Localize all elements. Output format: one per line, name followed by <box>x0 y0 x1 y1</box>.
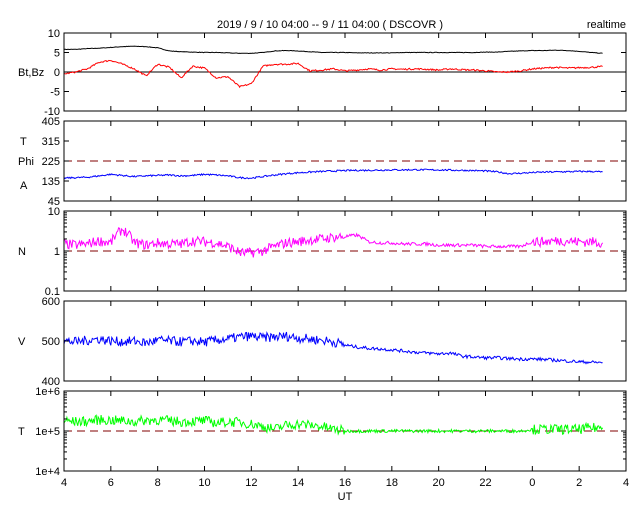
panel-frame <box>63 300 627 382</box>
solar-wind-chart: 2019 / 9 / 10 04:00 -- 9 / 11 04:00 ( DS… <box>18 19 629 503</box>
series-phi-line <box>63 168 603 180</box>
panel-2: 1010.1N <box>18 206 627 298</box>
x-tick-label: 4 <box>61 477 67 489</box>
y-tick-label: 225 <box>42 156 60 168</box>
y-tick-label: 1e+4 <box>35 466 60 478</box>
y-tick-label: 10 <box>48 206 60 218</box>
x-tick-label: 0 <box>529 477 535 489</box>
x-tick-label: 10 <box>198 477 210 489</box>
y-tick-label: 405 <box>42 116 60 128</box>
y-axis-label: T <box>20 136 27 148</box>
x-tick-label: 4 <box>623 477 629 489</box>
x-tick-label: 2 <box>576 477 582 489</box>
series-t-line <box>63 414 604 436</box>
panel-4: 1e+6 1e+5 1e+4 T <box>18 386 627 478</box>
series-n-line <box>63 227 604 258</box>
realtime-label: realtime <box>587 19 626 31</box>
y-tick-label: 315 <box>42 136 60 148</box>
y-tick-label: 0 <box>54 67 60 79</box>
x-tick-label: 22 <box>479 477 491 489</box>
y-tick-label: 1e+5 <box>35 426 60 438</box>
y-axis-label: T <box>18 426 25 438</box>
panel-1: 40531522513545TPhiA <box>18 116 627 208</box>
y-tick-label: 1e+6 <box>35 386 60 398</box>
y-tick-label: 1 <box>54 246 60 258</box>
y-axis-label: N <box>18 246 26 258</box>
y-axis-label: Bt,Bz <box>18 67 44 79</box>
x-tick-label: 16 <box>339 477 351 489</box>
y-axis-label: A <box>20 180 28 192</box>
x-tick-label: 8 <box>155 477 161 489</box>
y-tick-label: 10 <box>48 28 60 40</box>
x-tick-label: 18 <box>386 477 398 489</box>
panel-3: 600500400V <box>18 296 627 388</box>
chart-title: 2019 / 9 / 10 04:00 -- 9 / 11 04:00 ( DS… <box>217 19 443 31</box>
y-axis-label: V <box>18 336 26 348</box>
series-v-line <box>63 330 603 365</box>
y-tick-label: 135 <box>42 176 60 188</box>
y-tick-label: -5 <box>50 87 60 99</box>
y-tick-label: 600 <box>42 296 60 308</box>
x-tick-label: 12 <box>245 477 257 489</box>
series-bz-line <box>63 59 603 89</box>
x-tick-label: 6 <box>108 477 114 489</box>
y-axis-label: Phi <box>18 156 34 168</box>
x-tick-label: 14 <box>292 477 304 489</box>
x-axis-label: UT <box>338 491 353 503</box>
series-bt-line <box>63 45 603 55</box>
y-tick-label: 5 <box>54 48 60 60</box>
y-tick-label: 500 <box>42 336 60 348</box>
panel-0: 1050-5-10Bt,Bz <box>18 28 627 118</box>
x-tick-label: 20 <box>433 477 445 489</box>
